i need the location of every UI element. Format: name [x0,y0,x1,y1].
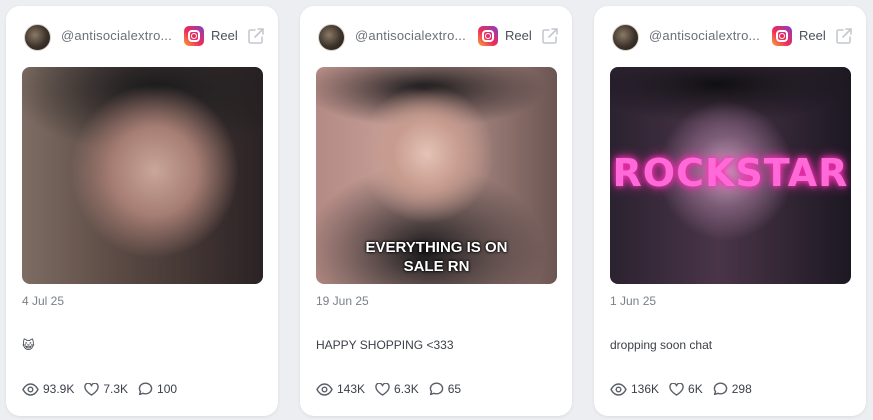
post-date: 4 Jul 25 [22,294,65,308]
likes-stat: 6K [669,382,703,396]
likes-stat: 6.3K [375,382,419,396]
likes-count: 6.3K [394,382,419,396]
card-header: @antisocialextro... Reel [300,6,572,68]
views-count: 93.9K [43,382,75,396]
avatar[interactable] [318,24,345,51]
eye-icon [610,382,627,396]
video-text-overlay: ROCKSTAR [612,151,849,195]
instagram-icon [772,26,792,46]
comments-count: 65 [447,382,462,396]
likes-stat: 7.3K [84,382,128,396]
post-stats: 136K 6K 298 [610,382,762,396]
views-stat: 93.9K [22,382,74,396]
avatar[interactable] [24,24,51,51]
avatar[interactable] [612,24,639,51]
heart-icon [375,382,390,396]
post-date: 1 Jun 25 [610,294,657,308]
account-handle[interactable]: @antisocialextro... [355,28,473,43]
comments-count: 100 [157,382,178,396]
comments-stat: 65 [429,382,461,396]
post-stats: 93.9K 7.3K 100 [22,382,187,396]
instagram-icon [184,26,204,46]
instagram-icon [478,26,498,46]
eye-icon [316,382,333,396]
comment-icon [713,382,728,396]
account-handle[interactable]: @antisocialextro... [649,28,767,43]
post-caption: 😺 [22,338,35,352]
comment-icon [429,382,444,396]
post-type-label: Reel [505,28,532,43]
post-date: 19 Jun 25 [316,294,369,308]
comment-icon [138,382,153,396]
likes-count: 6K [688,382,703,396]
post-stats: 143K 6.3K 65 [316,382,471,396]
views-count: 136K [631,382,660,396]
post-type-label: Reel [799,28,826,43]
video-text-overlay: EVERYTHING IS ON SALE RN [365,239,508,275]
account-handle[interactable]: @antisocialextro... [61,28,179,43]
comments-stat: 298 [713,382,752,396]
comments-stat: 100 [138,382,177,396]
post-caption: dropping soon chat [610,338,713,352]
heart-icon [84,382,100,396]
post-card[interactable]: @antisocialextro... Reel EVERYTHING IS O… [300,6,572,416]
views-count: 143K [337,382,366,396]
post-type-label: Reel [211,28,238,43]
card-header: @antisocialextro... Reel [6,6,278,68]
post-card[interactable]: @antisocialextro... Reel ROCKSTAR 1 Jun … [594,6,866,416]
views-stat: 143K [316,382,365,396]
post-card[interactable]: @antisocialextro... Reel 4 Jul 25 😺 93.9… [6,6,278,416]
post-thumbnail[interactable] [22,67,263,284]
post-thumbnail[interactable]: ROCKSTAR [610,67,851,284]
card-header: @antisocialextro... Reel [594,6,866,68]
comments-count: 298 [731,382,752,396]
post-thumbnail[interactable]: EVERYTHING IS ON SALE RN [316,67,557,284]
heart-icon [669,382,684,396]
likes-count: 7.3K [103,382,129,396]
views-stat: 136K [610,382,659,396]
external-link-icon[interactable] [246,26,266,46]
external-link-icon[interactable] [540,26,560,46]
external-link-icon[interactable] [834,26,854,46]
post-caption: HAPPY SHOPPING <333 [316,338,454,352]
eye-icon [22,382,39,396]
